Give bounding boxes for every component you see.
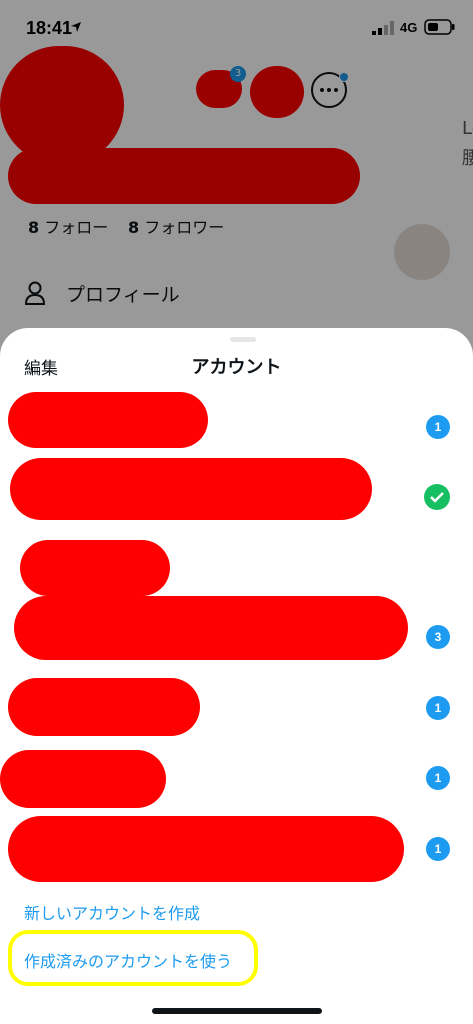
account-badge-7: 1 (426, 837, 450, 861)
use-existing-account-link[interactable]: 作成済みのアカウントを使う (24, 948, 232, 972)
account-row-3[interactable] (20, 540, 170, 596)
account-row-2[interactable] (10, 458, 372, 520)
account-row-5[interactable] (8, 678, 200, 736)
check-icon (424, 484, 450, 510)
account-badge-5: 1 (426, 696, 450, 720)
account-badge-6: 1 (426, 766, 450, 790)
account-row-4[interactable] (14, 596, 408, 660)
home-indicator[interactable] (152, 1008, 322, 1014)
sheet-grabber[interactable] (230, 337, 256, 342)
account-row-7[interactable] (8, 816, 404, 882)
account-badge-1: 1 (426, 415, 450, 439)
account-row-6[interactable] (0, 750, 166, 808)
account-badge-4: 3 (426, 625, 450, 649)
account-row-1[interactable] (8, 392, 208, 448)
create-new-account-link[interactable]: 新しいアカウントを作成 (24, 900, 200, 924)
sheet-title: アカウント (191, 357, 282, 378)
